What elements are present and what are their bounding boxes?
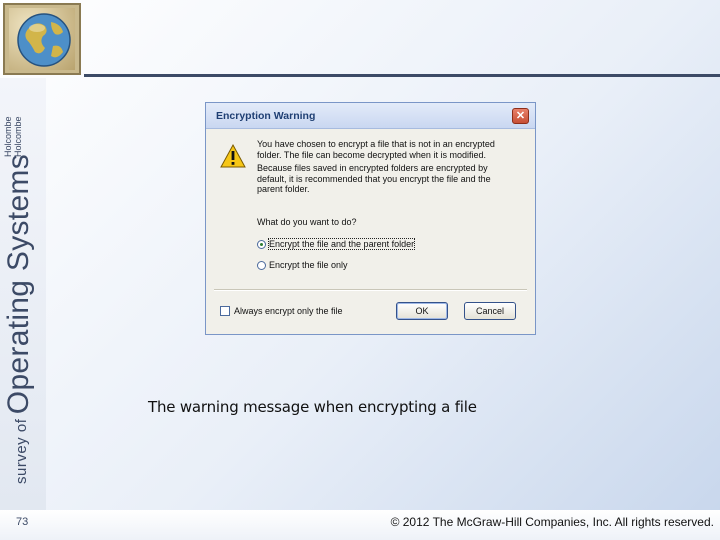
ok-button[interactable]: OK bbox=[396, 302, 448, 320]
always-encrypt-checkbox-row[interactable]: Always encrypt only the file bbox=[220, 306, 343, 316]
dialog-question: What do you want to do? bbox=[257, 217, 357, 227]
slide-caption: The warning message when encrypting a fi… bbox=[148, 398, 477, 416]
option-encrypt-file-only[interactable]: Encrypt the file only bbox=[257, 260, 348, 270]
dialog-title-bar: Encryption Warning ✕ bbox=[206, 103, 535, 129]
option-1-label: Encrypt the file and the parent folder bbox=[267, 238, 416, 250]
globe-logo bbox=[3, 3, 81, 75]
dialog-separator bbox=[214, 289, 527, 291]
option-encrypt-file-and-folder[interactable]: Encrypt the file and the parent folder bbox=[257, 238, 416, 250]
close-icon[interactable]: ✕ bbox=[512, 108, 529, 124]
header-rule bbox=[84, 74, 720, 77]
option-2-label: Encrypt the file only bbox=[269, 260, 348, 270]
dialog-message: You have chosen to encrypt a file that i… bbox=[257, 139, 495, 160]
warning-icon bbox=[220, 143, 246, 168]
side-course-title: survey of Operating Systems bbox=[2, 154, 36, 484]
author-2: Holcombe bbox=[13, 116, 23, 157]
page-number: 73 bbox=[16, 516, 29, 528]
copyright-notice: © 2012 The McGraw-Hill Companies, Inc. A… bbox=[390, 515, 714, 529]
cancel-button[interactable]: Cancel bbox=[464, 302, 516, 320]
radio-button-selected[interactable] bbox=[257, 239, 266, 249]
encryption-warning-dialog: Encryption Warning ✕ You have chosen to … bbox=[205, 102, 536, 335]
side-title-big: Operating Systems bbox=[2, 153, 35, 415]
dialog-explanation: Because files saved in encrypted folders… bbox=[257, 163, 491, 194]
dialog-title: Encryption Warning bbox=[216, 110, 316, 122]
side-authors: Holcombe Holcombe bbox=[3, 116, 23, 157]
always-encrypt-checkbox[interactable] bbox=[220, 306, 230, 316]
globe-icon bbox=[17, 13, 71, 67]
checkbox-label: Always encrypt only the file bbox=[234, 306, 343, 316]
author-1: Holcombe bbox=[3, 116, 13, 157]
radio-button[interactable] bbox=[257, 260, 266, 270]
side-title-small: survey of bbox=[13, 418, 30, 484]
